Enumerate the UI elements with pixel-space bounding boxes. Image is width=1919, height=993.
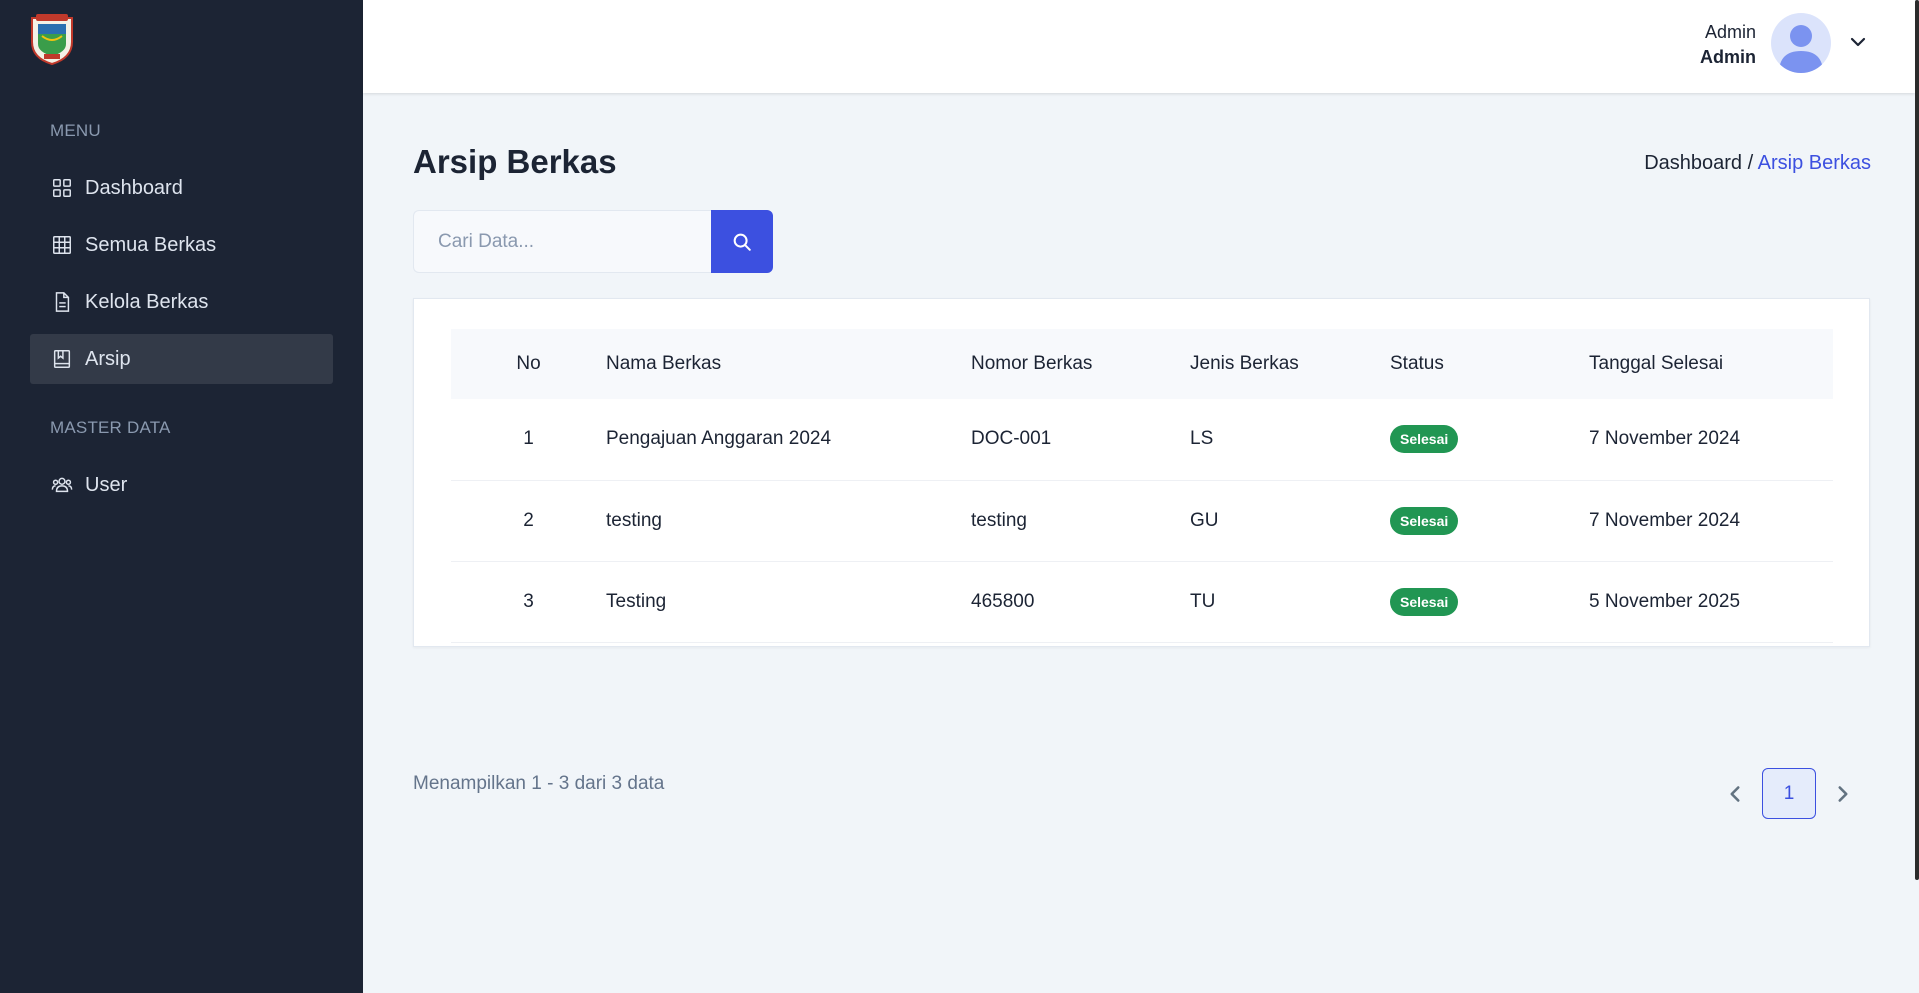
cell-tanggal-selesai: 5 November 2025 <box>1589 561 1833 643</box>
menu-heading: MENU <box>50 121 101 140</box>
status-badge: Selesai <box>1390 425 1459 454</box>
sidebar-item-label: Semua Berkas <box>85 233 217 256</box>
cell-status: Selesai <box>1390 480 1589 562</box>
scrollbar[interactable] <box>1915 0 1919 880</box>
sidebar-item-kelola-berkas[interactable]: Kelola Berkas <box>30 277 333 327</box>
column-header-no: No <box>516 353 541 374</box>
cell-nomor-berkas: 465800 <box>971 561 1190 643</box>
sidebar-item-semua-berkas[interactable]: Semua Berkas <box>30 220 333 270</box>
search-button[interactable] <box>711 210 773 273</box>
search-bar <box>413 210 773 273</box>
top-header <box>363 0 1915 93</box>
archive-icon <box>50 347 74 371</box>
cell-nama-berkas: testing <box>606 480 971 562</box>
column-header-status: Status <box>1390 353 1444 374</box>
user-role: Admin <box>1700 47 1756 67</box>
pagination-summary: Menampilkan 1 - 3 dari 3 data <box>413 773 665 794</box>
cell-no: 1 <box>451 399 606 481</box>
chevron-left-icon <box>1730 786 1740 802</box>
search-icon <box>733 233 751 251</box>
cell-jenis-berkas: GU <box>1190 480 1390 562</box>
status-badge: Selesai <box>1390 506 1459 535</box>
sidebar-item-label: Dashboard <box>85 176 183 199</box>
page-title: Arsip Berkas <box>413 143 617 180</box>
user-menu-chevron-down-icon[interactable] <box>1846 30 1870 54</box>
master-data-heading: MASTER DATA <box>50 418 171 437</box>
sidebar-item-label: Arsip <box>85 347 131 370</box>
pagination-next-button[interactable] <box>1830 781 1856 807</box>
cell-status: Selesai <box>1390 399 1589 481</box>
column-header-jenis-berkas: Jenis Berkas <box>1190 353 1299 374</box>
table-row[interactable]: 3 Testing 465800 TU Selesai 5 November 2… <box>451 561 1833 643</box>
table-row[interactable]: 2 testing testing GU Selesai 7 November … <box>451 480 1833 562</box>
logo[interactable] <box>28 12 76 66</box>
column-header-tanggal-selesai: Tanggal Selesai <box>1589 353 1724 374</box>
search-input[interactable] <box>413 210 711 273</box>
document-icon <box>50 290 74 314</box>
grid-icon <box>50 176 74 200</box>
status-badge: Selesai <box>1390 587 1459 616</box>
cell-jenis-berkas: TU <box>1190 561 1390 643</box>
archive-table-card: No Nama Berkas Nomor Berkas Jenis Berkas… <box>413 298 1870 647</box>
cell-nama-berkas: Pengajuan Anggaran 2024 <box>606 399 971 481</box>
table-row[interactable]: 1 Pengajuan Anggaran 2024 DOC-001 LS Sel… <box>451 399 1833 481</box>
sidebar-item-dashboard[interactable]: Dashboard <box>30 163 333 213</box>
archive-table: No Nama Berkas Nomor Berkas Jenis Berkas… <box>451 329 1833 643</box>
user-avatar-icon <box>1779 25 1823 73</box>
avatar[interactable] <box>1771 13 1831 73</box>
cell-tanggal-selesai: 7 November 2024 <box>1589 399 1833 481</box>
table-header-row: No Nama Berkas Nomor Berkas Jenis Berkas… <box>451 329 1833 399</box>
pagination-page-button[interactable]: 1 <box>1762 768 1816 819</box>
users-icon <box>50 473 74 497</box>
cell-nama-berkas: Testing <box>606 561 971 643</box>
cell-no: 2 <box>451 480 606 562</box>
cell-tanggal-selesai: 7 November 2024 <box>1589 480 1833 562</box>
sidebar-item-user[interactable]: User <box>30 460 333 510</box>
column-header-nomor-berkas: Nomor Berkas <box>971 353 1093 374</box>
user-name: Admin <box>1704 22 1756 42</box>
cell-status: Selesai <box>1390 561 1589 643</box>
breadcrumb-dashboard-link[interactable]: Dashboard / <box>1644 152 1753 174</box>
breadcrumb-current: Arsip Berkas <box>1757 152 1871 174</box>
sidebar-item-label: Kelola Berkas <box>85 290 209 313</box>
cell-no: 3 <box>451 561 606 643</box>
table-icon <box>50 233 74 257</box>
pagination-prev-button[interactable] <box>1722 781 1748 807</box>
column-header-nama-berkas: Nama Berkas <box>606 353 722 374</box>
chevron-right-icon <box>1838 786 1848 802</box>
cell-jenis-berkas: LS <box>1190 399 1390 481</box>
breadcrumb: Dashboard / Arsip Berkas <box>1644 152 1871 175</box>
cell-nomor-berkas: DOC-001 <box>971 399 1190 481</box>
cell-nomor-berkas: testing <box>971 480 1190 562</box>
sidebar: MENU Dashboard Semua Berkas Kelola Berka… <box>0 0 363 993</box>
sidebar-item-arsip[interactable]: Arsip <box>30 334 333 384</box>
sidebar-item-label: User <box>85 473 128 496</box>
